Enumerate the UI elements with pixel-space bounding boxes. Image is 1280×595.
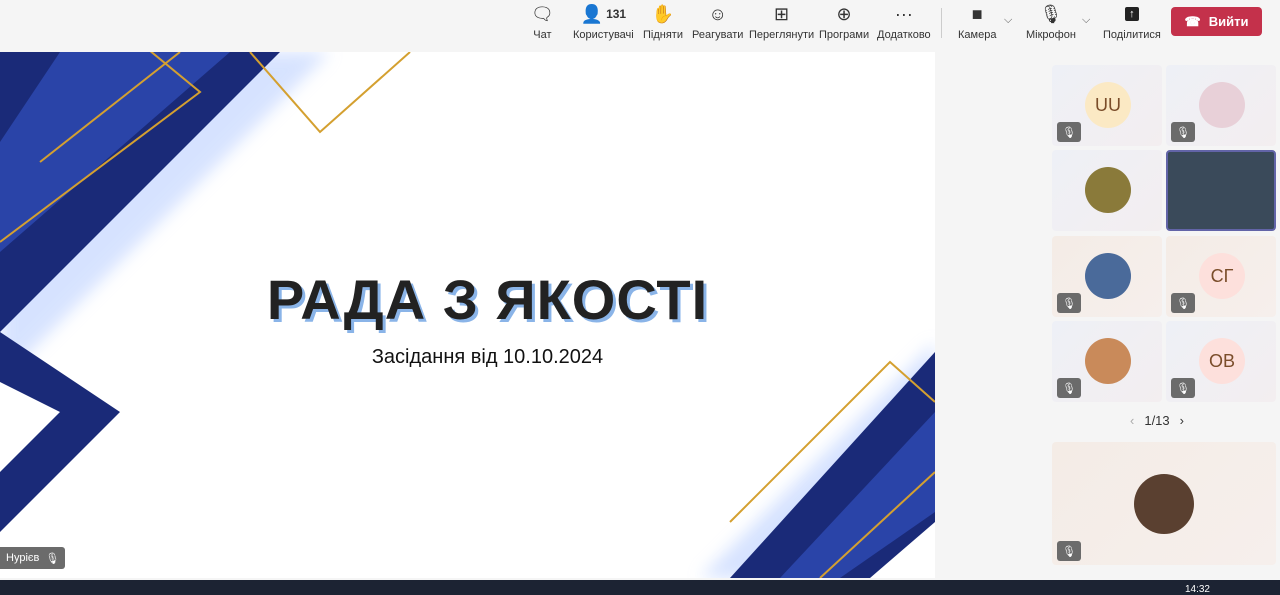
self-view-tile[interactable]: 🎙 [1052,442,1276,565]
participant-video-tile[interactable] [1166,150,1276,231]
mic-off-icon: 🎙 [1171,378,1195,398]
participant-tile[interactable]: 🎙 [1052,321,1162,402]
chat-icon: 🗨 [531,3,554,24]
share-icon: ↑ [1125,2,1139,26]
participant-tile[interactable]: UU 🎙 [1052,65,1162,146]
presenter-name-tag: Нурієв 🎙 [0,547,66,569]
mic-off-icon: 🎙 [1171,293,1195,313]
mic-off-icon: 🎙 [1039,3,1063,24]
mic-off-icon: 🎙 [45,552,60,565]
share-button[interactable]: ↑ Поділитися [1103,2,1161,41]
people-button[interactable]: 👤 131 Користувачі [573,2,634,42]
avatar: ОВ [1199,338,1245,384]
mic-off-icon: 🎙 [1057,293,1081,313]
slide-title: РАДА З ЯКОСТІ [266,268,709,331]
grid-icon: ⊞ [774,3,790,24]
chat-button[interactable]: 🗨 Чат [531,2,554,42]
participant-tile[interactable]: СГ 🎙 [1166,236,1276,317]
prev-page-icon[interactable]: ‹ [1130,413,1134,428]
smile-icon: ☺ [708,3,727,24]
mic-off-icon: 🎙 [1057,122,1081,142]
avatar [1085,253,1131,299]
participant-tile[interactable]: 🎙 [1052,236,1162,317]
avatar [1134,474,1194,534]
mic-off-icon: 🎙 [1171,122,1195,142]
raise-hand-icon: ✋ [651,3,675,24]
avatar: СГ [1199,253,1245,299]
camera-off-icon: ■ [971,3,983,24]
camera-button[interactable]: ■ Камера [958,2,996,42]
plus-icon: ⊕ [836,3,852,24]
next-page-icon[interactable]: › [1180,413,1184,428]
slide-subtitle: Засідання від 10.10.2024 [371,346,604,368]
clock: 14:32 [1184,584,1210,595]
avatar: UU [1085,82,1131,128]
mic-off-icon: 🎙 [1057,541,1081,561]
avatar [1085,338,1131,384]
avatar [1199,82,1245,128]
more-button[interactable]: ··· Додатково [877,2,931,42]
participant-tile[interactable] [1052,150,1162,231]
leave-button[interactable]: ☎ Вийти [1171,7,1262,36]
mic-options-chevron-icon[interactable]: ⌵ [1082,14,1090,27]
avatar [1085,167,1131,213]
more-icon: ··· [894,3,913,24]
gallery-pager: ‹ 1/13 › [1130,413,1184,428]
shared-slide: РАДА З ЯКОСТІ Засідання від 10.10.2024 [0,52,935,578]
mic-button[interactable]: 🎙 Мікрофон [1026,2,1076,42]
divider [941,8,942,38]
participant-count: 131 [606,7,627,21]
windows-taskbar: 14:32 [0,580,1280,595]
raise-hand-button[interactable]: ✋ Підняти [643,2,683,42]
participant-tile[interactable]: ОВ 🎙 [1166,321,1276,402]
mic-off-icon: 🎙 [1057,378,1081,398]
camera-options-chevron-icon[interactable]: ⌵ [1004,14,1012,27]
phone-hangup-icon: ☎ [1184,13,1201,29]
react-button[interactable]: ☺ Реагувати [692,2,743,42]
view-button[interactable]: ⊞ Переглянути [749,2,814,42]
apps-button[interactable]: ⊕ Програми [819,2,869,42]
participant-tile[interactable]: 🎙 [1166,65,1276,146]
people-icon: 👤 131 [580,3,627,24]
meeting-toolbar: 🗨 Чат 👤 131 Користувачі ✋ Підняти ☺ Реагувати… [0,0,1280,50]
